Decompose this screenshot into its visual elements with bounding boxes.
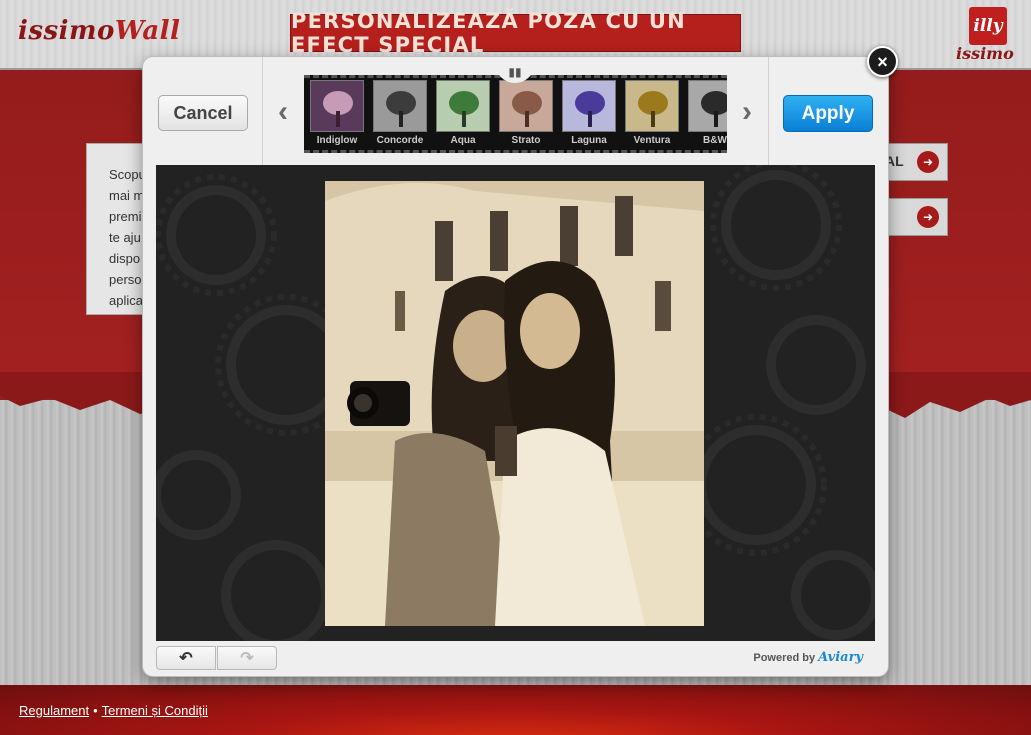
photo-content [325, 181, 704, 626]
filter-preview-image [562, 80, 616, 132]
apply-button[interactable]: Apply [783, 95, 873, 132]
filter-thumb[interactable]: Ventura [624, 80, 680, 146]
filter-label: Concorde [376, 135, 424, 146]
filter-thumb[interactable]: Indiglow [309, 80, 365, 146]
filter-preview-image [625, 80, 679, 132]
footer-separator: • [93, 702, 98, 718]
filter-thumb[interactable]: Laguna [561, 80, 617, 146]
chevron-right-icon[interactable]: › [736, 97, 758, 127]
arrow-right-icon: ➜ [917, 151, 939, 173]
undo-button[interactable]: ↶ [156, 646, 216, 670]
filter-label: Strato [511, 135, 541, 146]
tree-trunk [462, 111, 466, 127]
tree-trunk [588, 111, 592, 127]
chevron-left-icon[interactable]: ‹ [272, 97, 294, 127]
issimo-logo: issimo [956, 44, 1014, 63]
filter-thumb[interactable]: Aqua [435, 80, 491, 146]
filter-thumb[interactable]: Strato [498, 80, 554, 146]
close-icon[interactable]: × [867, 46, 898, 77]
editor-toolbar: Cancel ‹ Indiglow Concorde Aqua Strato Lagun… [143, 57, 888, 165]
filter-label: Ventura [633, 135, 671, 146]
illy-logo: illy [969, 7, 1007, 45]
powered-by-label: Powered by Aviary [753, 650, 863, 665]
cancel-button[interactable]: Cancel [158, 95, 248, 131]
filter-thumb[interactable]: B&W [687, 80, 727, 146]
aviary-logo[interactable]: Aviary [818, 650, 863, 665]
tree-trunk [525, 111, 529, 127]
tree-trunk [399, 111, 403, 127]
filter-preview-image [688, 80, 727, 132]
site-logo[interactable]: issimoWall [18, 16, 180, 46]
promo-banner: PERSONALIZEAZĂ POZA CU UN EFECT SPECIAL [290, 9, 741, 57]
filter-strip: Indiglow Concorde Aqua Strato Laguna Ventura B… [304, 75, 727, 153]
photo-editor-modal: Cancel ‹ Indiglow Concorde Aqua Strato Lagun… [143, 57, 888, 676]
filter-preview-image [499, 80, 553, 132]
editor-bottom-bar: ↶ ↷ Powered by Aviary [143, 641, 888, 676]
toolbar-divider [768, 57, 769, 165]
terms-link[interactable]: Termeni și Condiții [102, 703, 208, 718]
filter-label: Aqua [450, 135, 476, 146]
toolbar-divider [262, 57, 263, 165]
filter-thumb[interactable]: Concorde [372, 80, 428, 146]
filter-label: Laguna [571, 135, 607, 146]
tree-trunk [714, 111, 718, 127]
regulament-link[interactable]: Regulament [19, 703, 89, 718]
filter-label: Indiglow [316, 135, 358, 146]
filter-preview-image [373, 80, 427, 132]
tree-trunk [651, 111, 655, 127]
filter-preview-image [310, 80, 364, 132]
footer: Regulament • Termeni și Condiții [0, 685, 1031, 735]
filter-label: B&W [703, 135, 727, 146]
redo-button[interactable]: ↷ [217, 646, 277, 670]
editor-canvas [156, 165, 875, 641]
arrow-right-icon: ➜ [917, 206, 939, 228]
tree-trunk [336, 111, 340, 127]
filter-preview-image [436, 80, 490, 132]
edited-photo[interactable] [325, 181, 704, 626]
